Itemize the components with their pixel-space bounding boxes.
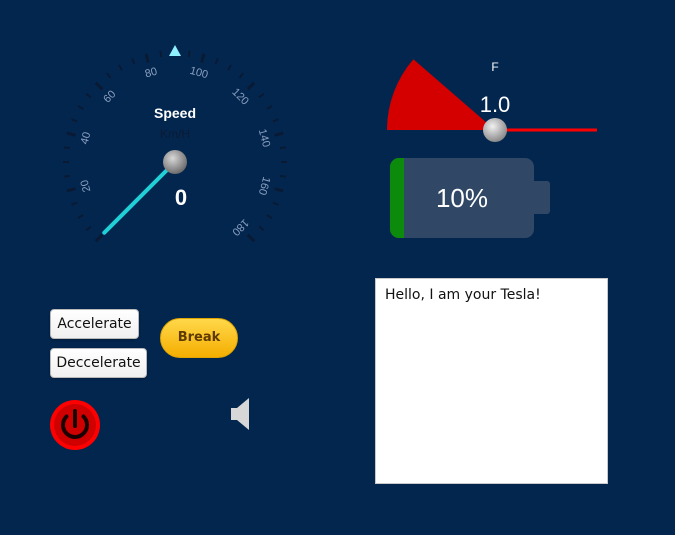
speedometer-tick <box>187 50 191 58</box>
fuel-value: 1.0 <box>479 92 511 117</box>
speedometer-tick <box>227 64 232 71</box>
speed-title: Speed <box>153 105 196 121</box>
speedometer-tick <box>258 225 265 231</box>
break-button[interactable]: Break <box>160 318 238 358</box>
speedometer-dial: 20406080 100120140160180 <box>63 45 287 243</box>
speedometer-tick <box>272 201 279 206</box>
speedometer-tick <box>238 72 244 79</box>
speedometer-tick <box>274 187 284 193</box>
speedometer-tick <box>77 214 84 219</box>
power-icon[interactable] <box>50 400 100 450</box>
speedometer-tick <box>94 233 104 243</box>
speedometer: 20 40 60 80 100 120 140 160 180 <box>50 40 300 270</box>
speedometer-hub <box>163 150 187 174</box>
fuel-hub <box>483 118 507 142</box>
speed-unit: Km/H <box>160 127 190 141</box>
speedometer-tick <box>77 105 84 110</box>
speedometer-tick-label: 40 <box>79 131 94 146</box>
speedometer-tick-label: 80 <box>144 66 159 81</box>
speedometer-marker <box>169 45 181 56</box>
accelerate-button[interactable]: Accelerate <box>50 309 139 339</box>
speedometer-tick <box>118 64 123 71</box>
speedometer-tick <box>258 93 265 99</box>
speedometer-tick <box>272 118 279 123</box>
speedometer-tick <box>63 174 71 178</box>
speedometer-tick <box>106 72 112 79</box>
speedometer-tick-label: 180 <box>229 216 250 237</box>
dashboard: 20 40 60 80 100 120 140 160 180 Speed Km/H 0 F 1… <box>0 0 675 535</box>
battery-terminal <box>534 181 550 214</box>
speed-value: 0 <box>174 185 188 210</box>
speedometer-tick <box>63 146 71 150</box>
speedometer-tick <box>279 146 287 150</box>
speedometer-tick <box>71 118 78 123</box>
speedometer-tick <box>71 201 78 206</box>
battery-indicator: 10% <box>390 158 534 238</box>
speedometer-tick-label: 140 <box>256 128 272 149</box>
speedometer-tick <box>66 131 76 137</box>
speedometer-tick <box>246 81 256 91</box>
chat-textarea[interactable]: Hello, I am your Tesla! <box>375 278 608 484</box>
speedometer-tick <box>266 105 273 110</box>
speedometer-tick-label: 160 <box>256 175 272 196</box>
speedometer-tick <box>200 53 206 63</box>
speedometer-tick <box>85 225 92 231</box>
speedometer-tick <box>66 187 76 193</box>
speedometer-tick <box>214 58 219 65</box>
speedometer-tick <box>144 53 150 63</box>
speedometer-tick <box>274 131 284 137</box>
fuel-label: F <box>491 60 499 74</box>
speaker-icon[interactable] <box>228 396 254 432</box>
speedometer-tick <box>94 81 104 91</box>
speedometer-tick <box>159 50 163 58</box>
battery-percent: 10% <box>435 183 489 213</box>
speedometer-tick-label: 60 <box>101 88 118 105</box>
decelerate-button[interactable]: Deccelerate <box>50 348 147 378</box>
speedometer-tick <box>131 58 136 65</box>
speedometer-tick <box>85 93 92 99</box>
speedometer-tick <box>266 214 273 219</box>
speedometer-tick <box>246 233 256 243</box>
speedometer-tick-label: 100 <box>188 65 209 81</box>
speedometer-tick <box>279 174 287 178</box>
speedometer-tick-label: 20 <box>79 178 94 193</box>
